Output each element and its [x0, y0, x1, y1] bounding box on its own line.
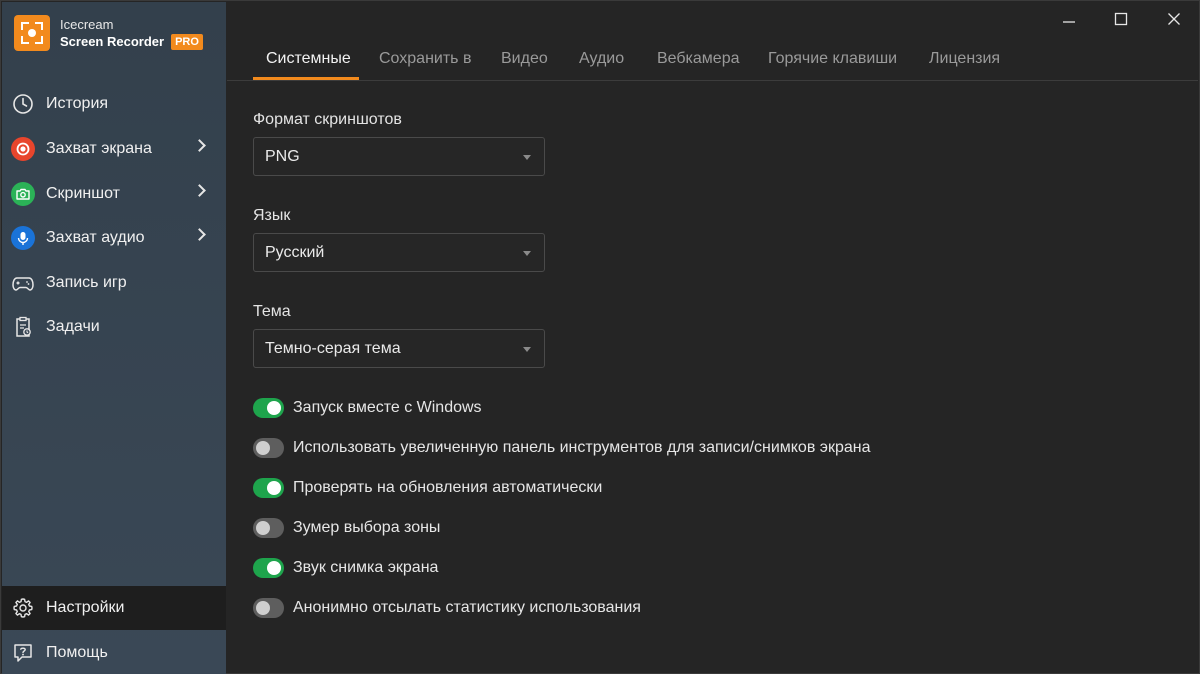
zone-zoomer-toggle[interactable] [253, 518, 284, 538]
gamepad-icon [10, 270, 36, 296]
sidebar-item-label: Скриншот [46, 185, 120, 202]
toggle-label: Проверять на обновления автоматически [293, 479, 603, 496]
tab-save-to[interactable]: Сохранить в [379, 50, 471, 68]
screenshot-format-label: Формат скриншотов [253, 111, 402, 128]
dropdown-arrow-icon [523, 347, 531, 352]
active-tab-indicator [253, 77, 359, 80]
minimize-button[interactable] [1049, 5, 1089, 33]
microphone-icon [10, 225, 36, 251]
tab-audio[interactable]: Аудио [579, 50, 624, 68]
toggle-label: Использовать увеличенную панель инструме… [293, 439, 871, 456]
help-icon [10, 640, 36, 666]
language-select[interactable]: Русский [253, 233, 545, 272]
pro-badge: PRO [171, 33, 203, 50]
clock-icon [10, 91, 36, 117]
select-value: PNG [265, 148, 300, 165]
app-logo-icon [14, 15, 50, 51]
sidebar-item-audio-capture[interactable]: Захват аудио [2, 216, 226, 260]
minimize-icon [1063, 21, 1075, 23]
toggle-row-screenshot-sound: Звук снимка экрана [253, 556, 438, 580]
chevron-right-icon [193, 184, 206, 197]
toggle-row-anonymous-stats: Анонимно отсылать статистику использован… [253, 596, 641, 620]
toggle-row-auto-updates: Проверять на обновления автоматически [253, 476, 602, 500]
tab-video[interactable]: Видео [501, 50, 548, 68]
anonymous-stats-toggle[interactable] [253, 598, 284, 618]
screenshot-sound-toggle[interactable] [253, 558, 284, 578]
app-window: Icecream Screen Recorder PRO История Зах… [0, 0, 1200, 674]
tab-webcam[interactable]: Вебкамера [657, 50, 740, 68]
camera-icon [10, 181, 36, 207]
brand: Icecream Screen Recorder PRO [14, 15, 203, 51]
theme-select[interactable]: Темно-серая тема [253, 329, 545, 368]
sidebar-item-label: Настройки [46, 599, 125, 616]
toggle-label: Запуск вместе с Windows [293, 399, 482, 416]
sidebar-item-history[interactable]: История [2, 82, 226, 126]
toggle-row-zone-zoomer: Зумер выбора зоны [253, 516, 440, 540]
sidebar-item-screenshot[interactable]: Скриншот [2, 172, 226, 216]
app-name: Icecream [60, 17, 114, 32]
gear-icon [10, 595, 36, 621]
tab-system[interactable]: Системные [266, 50, 351, 68]
toggle-row-launch-with-windows: Запуск вместе с Windows [253, 396, 482, 420]
toggle-label: Анонимно отсылать статистику использован… [293, 599, 641, 616]
language-label: Язык [253, 207, 291, 224]
select-value: Темно-серая тема [265, 340, 401, 357]
auto-updates-toggle[interactable] [253, 478, 284, 498]
sidebar-item-label: Помощь [46, 644, 108, 661]
sidebar-item-settings[interactable]: Настройки [2, 586, 226, 630]
maximize-button[interactable] [1101, 5, 1141, 33]
toggle-label: Зумер выбора зоны [293, 519, 441, 536]
tab-hotkeys[interactable]: Горячие клавиши [768, 50, 897, 68]
dropdown-arrow-icon [523, 251, 531, 256]
sidebar-item-screen-capture[interactable]: Захват экрана [2, 127, 226, 171]
chevron-right-icon [193, 228, 206, 241]
theme-label: Тема [253, 303, 291, 320]
sidebar-item-game-recording[interactable]: Запись игр [2, 261, 226, 305]
screenshot-format-select[interactable]: PNG [253, 137, 545, 176]
app-product-name: Screen Recorder [60, 34, 165, 49]
sidebar-item-label: Захват аудио [46, 229, 145, 246]
chevron-right-icon [193, 139, 206, 152]
select-value: Русский [265, 244, 325, 261]
sidebar: Icecream Screen Recorder PRO История Зах… [2, 2, 226, 674]
task-clipboard-icon [10, 314, 36, 340]
launch-with-windows-toggle[interactable] [253, 398, 284, 418]
large-toolbar-toggle[interactable] [253, 438, 284, 458]
toggle-row-large-toolbar: Использовать увеличенную панель инструме… [253, 436, 870, 460]
maximize-icon [1114, 12, 1128, 26]
sidebar-item-label: История [46, 95, 109, 112]
sidebar-item-label: Запись игр [46, 274, 127, 291]
close-icon [1168, 13, 1180, 25]
tab-license[interactable]: Лицензия [929, 50, 1000, 68]
sidebar-item-label: Задачи [46, 318, 100, 335]
sidebar-item-tasks[interactable]: Задачи [2, 305, 226, 349]
sidebar-item-label: Захват экрана [46, 140, 152, 157]
close-button[interactable] [1154, 5, 1194, 33]
sidebar-item-help[interactable]: Помощь [2, 631, 226, 674]
dropdown-arrow-icon [523, 155, 531, 160]
toggle-label: Звук снимка экрана [293, 559, 439, 576]
record-icon [10, 136, 36, 162]
